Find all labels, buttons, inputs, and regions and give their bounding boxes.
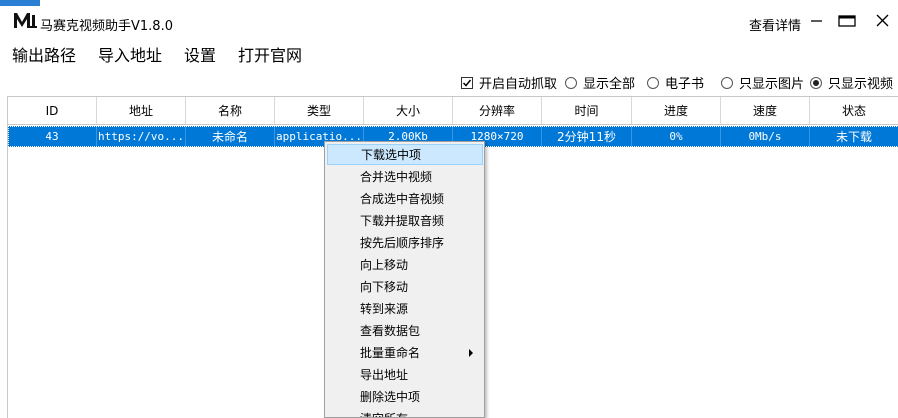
column-header-name[interactable]: 名称 — [186, 97, 275, 124]
ctx-label: 下载并提取音频 — [360, 214, 445, 228]
ctx-go-to-source[interactable]: 转到来源 — [327, 298, 483, 319]
ctx-batch-rename[interactable]: 批量重命名 — [327, 342, 483, 363]
cell-progress: 0% — [632, 126, 721, 147]
column-header-time[interactable]: 时间 — [542, 97, 632, 124]
ctx-combine-audio-video[interactable]: 合成选中音视频 — [327, 188, 483, 209]
menu-settings[interactable]: 设置 — [184, 42, 216, 66]
ctx-label: 按先后顺序排序 — [360, 236, 445, 250]
cell-id: 43 — [8, 126, 97, 147]
ctx-label: 查看数据包 — [360, 324, 421, 338]
ctx-label: 向下移动 — [360, 280, 409, 294]
ctx-move-up[interactable]: 向上移动 — [327, 254, 483, 275]
app-logo-icon — [14, 13, 37, 28]
ctx-export-address[interactable]: 导出地址 — [327, 364, 483, 385]
radio-icon[interactable] — [565, 76, 577, 89]
maximize-icon[interactable] — [836, 10, 858, 32]
auto-capture-checkbox[interactable]: 开启自动抓取 — [461, 73, 557, 92]
radio-videos-only[interactable]: 只显示视频 — [810, 73, 893, 92]
column-header-progress[interactable]: 进度 — [632, 97, 721, 124]
cell-address: https://vo... — [97, 126, 186, 147]
ctx-move-down[interactable]: 向下移动 — [327, 276, 483, 297]
close-icon[interactable] — [872, 10, 894, 32]
radio-images-only[interactable]: 只显示图片 — [721, 73, 804, 92]
ctx-label: 合成选中音视频 — [360, 192, 445, 206]
column-header-id[interactable]: ID — [8, 97, 97, 124]
context-menu: 下载选中项 合并选中视频 合成选中音视频 下载并提取音频 按先后顺序排序 向上移… — [324, 141, 485, 418]
ctx-label: 下载选中项 — [361, 148, 422, 162]
radio-label: 显示全部 — [583, 77, 636, 92]
ctx-sort-by-order[interactable]: 按先后顺序排序 — [327, 232, 483, 253]
cell-speed: 0Mb/s — [721, 126, 810, 147]
column-header-address[interactable]: 地址 — [97, 97, 186, 124]
column-header-speed[interactable]: 速度 — [721, 97, 810, 124]
submenu-arrow-icon — [469, 349, 473, 357]
radio-show-all[interactable]: 显示全部 — [565, 73, 635, 92]
ctx-label: 合并选中视频 — [360, 170, 433, 184]
ctx-label: 向上移动 — [360, 258, 409, 272]
column-header-type[interactable]: 类型 — [275, 97, 364, 124]
minimize-icon[interactable] — [806, 10, 828, 32]
radio-label: 只显示视频 — [828, 77, 894, 92]
filter-bar: 开启自动抓取 显示全部 电子书 只显示图片 只显示视频 — [0, 70, 898, 92]
ctx-label: 导出地址 — [360, 368, 409, 382]
title-bar: 马赛克视频助手V1.8.0 查看详情 — [0, 6, 898, 36]
table-header: ID 地址 名称 类型 大小 分辨率 时间 进度 速度 状态 — [8, 97, 898, 125]
ctx-download-extract-audio[interactable]: 下载并提取音频 — [327, 210, 483, 231]
ctx-view-packet[interactable]: 查看数据包 — [327, 320, 483, 341]
view-details-link[interactable]: 查看详情 — [749, 15, 801, 34]
ctx-label: 批量重命名 — [360, 346, 421, 360]
menu-open-website[interactable]: 打开官网 — [238, 42, 302, 66]
cell-status: 未下载 — [810, 126, 898, 147]
ctx-download-selected[interactable]: 下载选中项 — [327, 144, 483, 165]
ctx-clear-all[interactable]: 清空所有 — [327, 408, 483, 417]
radio-label: 电子书 — [665, 77, 705, 92]
auto-capture-label: 开启自动抓取 — [479, 77, 558, 92]
radio-icon[interactable] — [721, 76, 733, 89]
menu-output-path[interactable]: 输出路径 — [12, 42, 76, 66]
radio-icon[interactable] — [647, 76, 659, 89]
radio-ebook[interactable]: 电子书 — [647, 73, 704, 92]
ctx-label: 转到来源 — [360, 302, 409, 316]
ctx-label: 清空所有 — [360, 410, 408, 417]
column-header-size[interactable]: 大小 — [364, 97, 453, 124]
column-header-resolution[interactable]: 分辨率 — [453, 97, 542, 124]
column-header-status[interactable]: 状态 — [810, 97, 898, 124]
menu-import-address[interactable]: 导入地址 — [98, 42, 162, 66]
radio-label: 只显示图片 — [739, 77, 805, 92]
checkbox-checked-icon[interactable] — [461, 76, 473, 89]
ctx-delete-selected[interactable]: 删除选中项 — [327, 386, 483, 407]
ctx-label: 删除选中项 — [360, 390, 421, 404]
radio-selected-icon[interactable] — [810, 76, 822, 89]
cell-time: 2分钟11秒 — [542, 126, 632, 147]
cell-name: 未命名 — [186, 126, 275, 147]
ctx-merge-selected-videos[interactable]: 合并选中视频 — [327, 166, 483, 187]
app-title: 马赛克视频助手V1.8.0 — [40, 19, 173, 34]
